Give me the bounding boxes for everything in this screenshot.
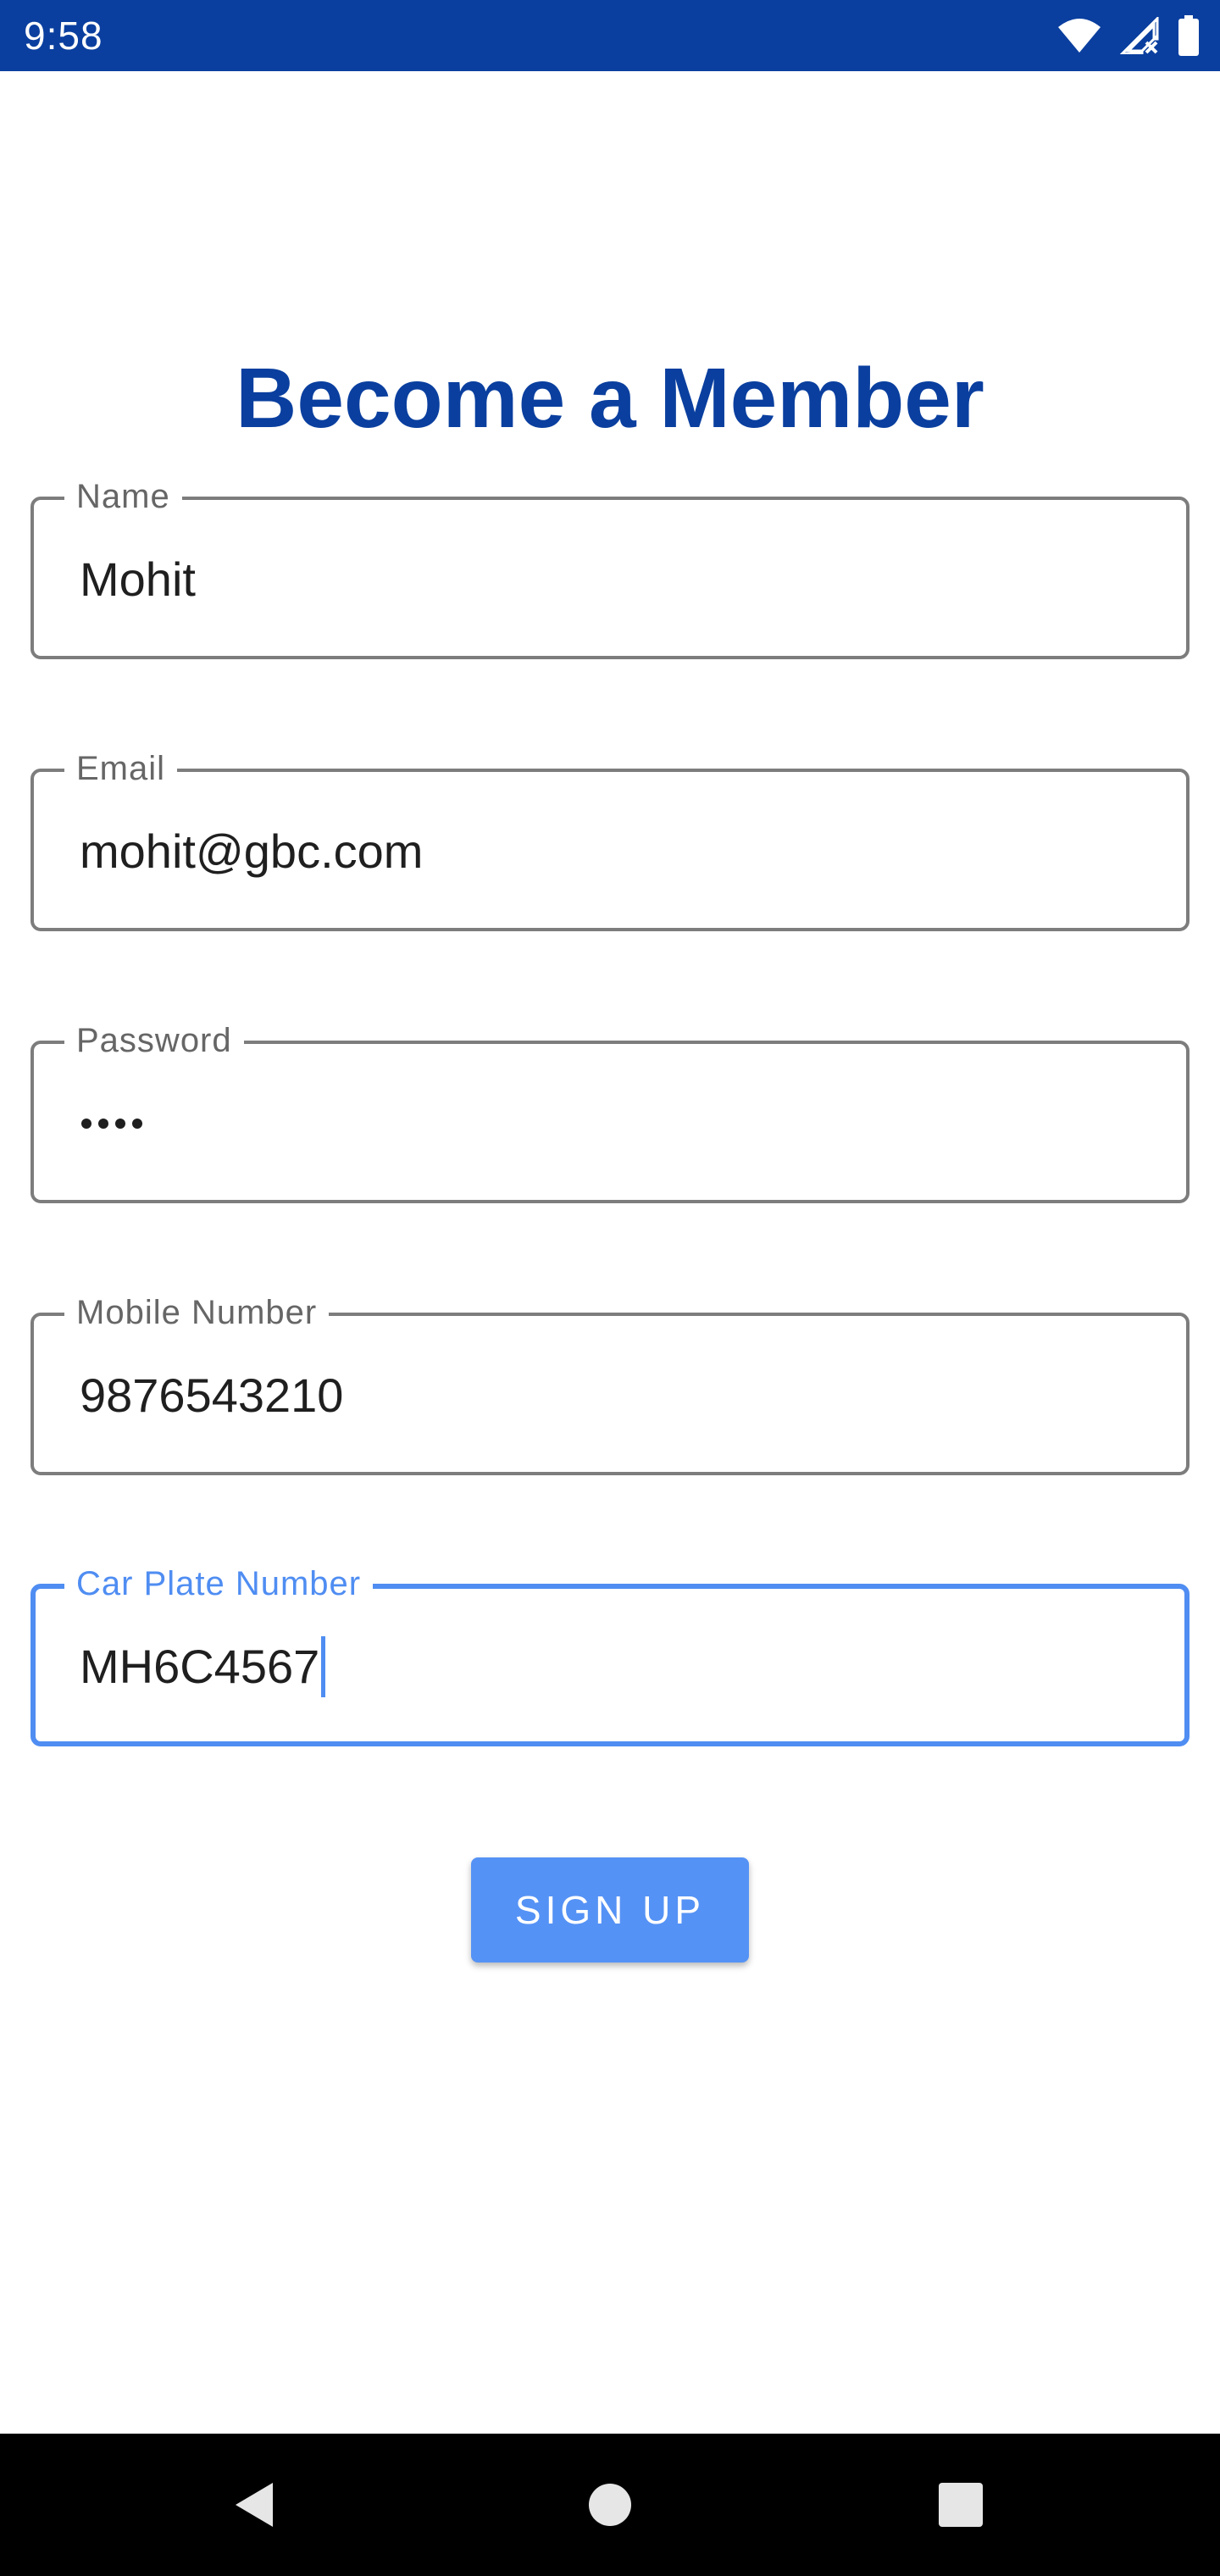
page-title: Become a Member: [236, 351, 984, 446]
password-dot: [81, 1119, 92, 1129]
mobile-number-field[interactable]: Mobile Number 9876543210: [30, 1291, 1190, 1475]
mobile-number-field-value[interactable]: 9876543210: [80, 1365, 343, 1426]
email-field-value[interactable]: mohit@gbc.com: [80, 821, 423, 882]
car-plate-number-field[interactable]: Car Plate Number MH6C4567: [30, 1562, 1190, 1746]
status-bar: 9:58: [0, 0, 1220, 71]
mobile-number-field-label: Mobile Number: [64, 1291, 330, 1335]
name-field-value[interactable]: Mohit: [80, 549, 196, 610]
navigation-bar: [0, 2434, 1220, 2576]
password-masked-value[interactable]: [81, 1119, 142, 1129]
status-icons: [1057, 14, 1200, 58]
car-plate-number-text: MH6C4567: [80, 1640, 320, 1693]
email-field-label: Email: [64, 747, 178, 791]
battery-icon: [1178, 15, 1200, 56]
sign-up-button[interactable]: SIGN UP: [471, 1857, 749, 1963]
home-icon[interactable]: [588, 2483, 632, 2527]
password-field-label: Password: [64, 1019, 244, 1063]
signal-no-data-icon: [1120, 17, 1159, 54]
text-cursor: [321, 1636, 326, 1697]
password-dot: [115, 1119, 125, 1129]
name-field[interactable]: Name Mohit: [30, 475, 1190, 659]
email-field[interactable]: Email mohit@gbc.com: [30, 747, 1190, 931]
wifi-icon: [1057, 17, 1101, 54]
status-time: 9:58: [24, 14, 103, 58]
password-dot: [98, 1119, 108, 1129]
name-field-label: Name: [64, 475, 182, 519]
password-dot: [132, 1119, 142, 1129]
recents-icon[interactable]: [938, 2482, 984, 2528]
back-icon[interactable]: [230, 2479, 278, 2530]
car-plate-number-field-value[interactable]: MH6C4567: [80, 1636, 326, 1697]
car-plate-number-field-label: Car Plate Number: [64, 1562, 374, 1606]
password-field[interactable]: Password: [30, 1019, 1190, 1203]
